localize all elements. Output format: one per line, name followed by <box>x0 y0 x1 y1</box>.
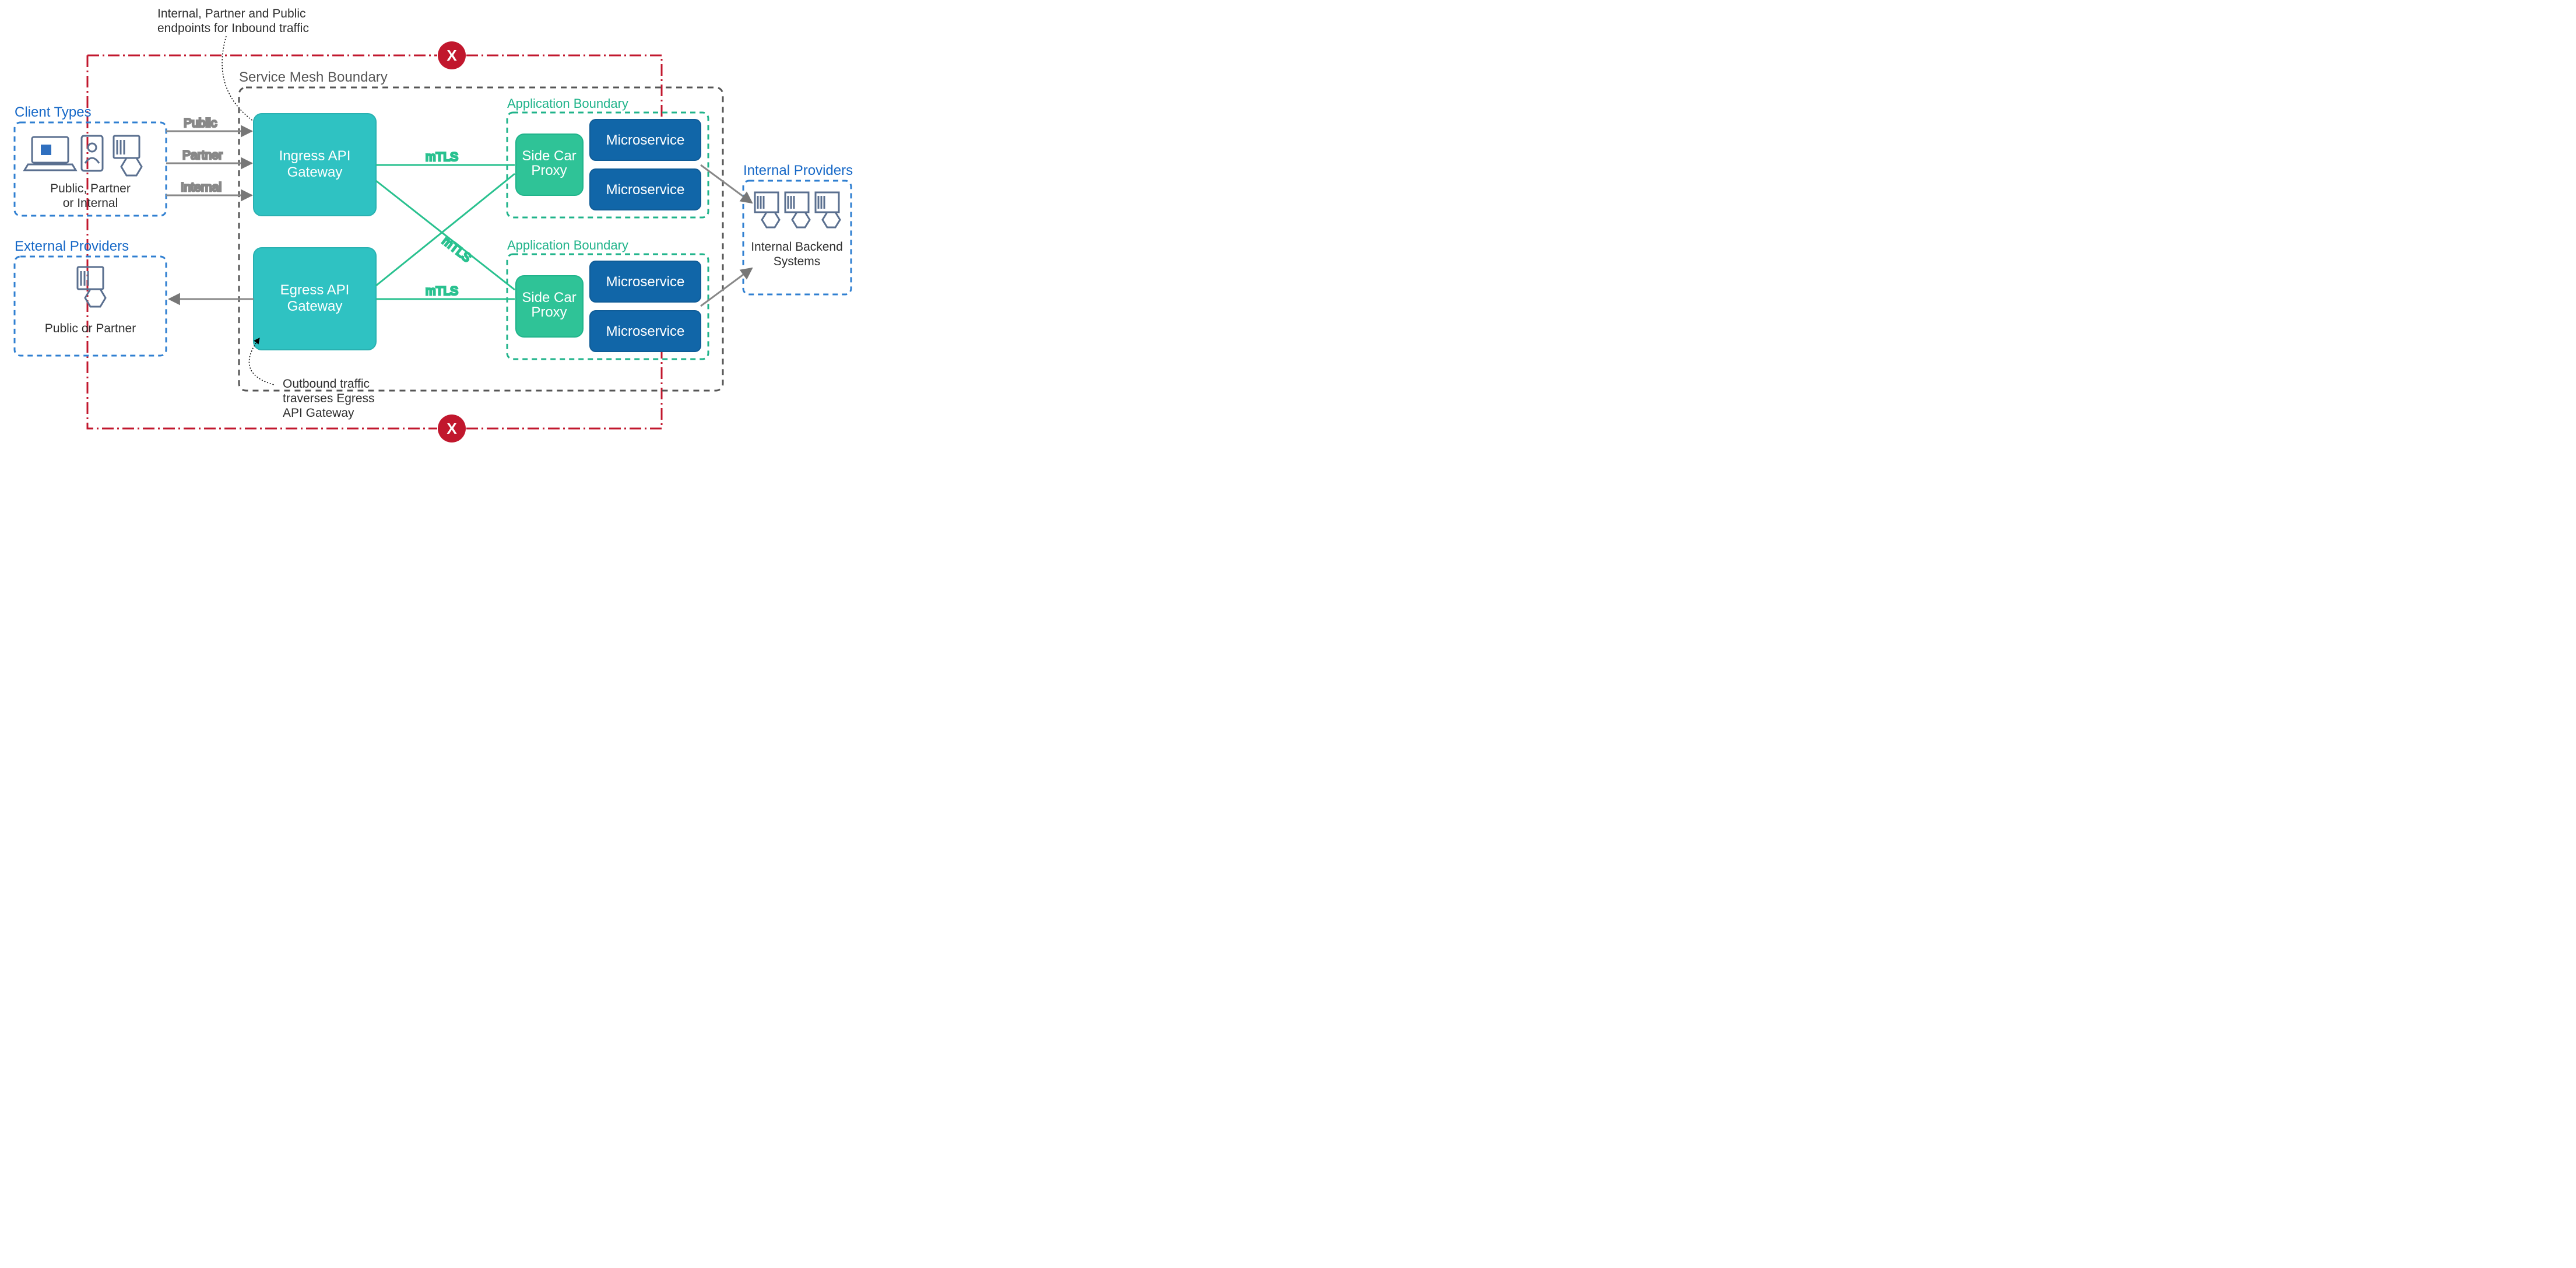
mtls-links: mTLS mTLS mTLS <box>376 150 515 299</box>
svg-text:traverses Egress: traverses Egress <box>283 392 375 405</box>
svg-text:Side Car: Side Car <box>522 148 576 164</box>
svg-text:mTLS: mTLS <box>440 234 473 265</box>
svg-text:Microservice: Microservice <box>606 324 685 339</box>
svg-text:Side Car: Side Car <box>522 290 576 305</box>
svg-text:Gateway: Gateway <box>287 164 343 180</box>
forbidden-mark-top: X <box>447 47 457 64</box>
svg-text:Internal, Partner and Public: Internal, Partner and Public <box>157 7 305 20</box>
svg-text:or Internal: or Internal <box>63 196 118 210</box>
svg-text:Internal Backend: Internal Backend <box>751 240 843 254</box>
application-boundary-2: Application Boundary Side Car Proxy Micr… <box>507 238 708 359</box>
svg-text:Ingress API: Ingress API <box>279 148 351 164</box>
svg-text:Gateway: Gateway <box>287 298 343 314</box>
forbidden-mark-bottom: X <box>447 420 457 437</box>
svg-text:Systems: Systems <box>774 255 821 268</box>
architecture-diagram: X X Internal, Partner and Public endpoin… <box>0 0 859 443</box>
svg-text:Proxy: Proxy <box>531 163 567 178</box>
service-mesh-title: Service Mesh Boundary <box>239 69 388 85</box>
svg-text:Public, Partner: Public, Partner <box>50 182 131 195</box>
internal-providers-title: Internal Providers <box>743 163 853 178</box>
service-mesh-boundary: Service Mesh Boundary Ingress API Gatewa… <box>239 69 723 391</box>
svg-text:Public: Public <box>184 117 217 130</box>
svg-text:Application Boundary: Application Boundary <box>507 96 628 111</box>
client-types-title: Client Types <box>15 104 92 120</box>
svg-text:API Gateway: API Gateway <box>283 406 354 420</box>
svg-text:Outbound traffic: Outbound traffic <box>283 377 370 391</box>
egress-gateway: Egress API Gateway <box>254 248 376 350</box>
svg-text:Application Boundary: Application Boundary <box>507 238 628 252</box>
svg-text:Microservice: Microservice <box>606 132 685 148</box>
svg-text:mTLS: mTLS <box>426 284 458 298</box>
svg-text:endpoints for Inbound traffic: endpoints for Inbound traffic <box>157 22 309 35</box>
ingress-gateway: Ingress API Gateway <box>254 114 376 216</box>
application-boundary-1: Application Boundary Side Car Proxy Micr… <box>507 96 708 217</box>
svg-text:Microservice: Microservice <box>606 274 685 290</box>
svg-text:Internal: Internal <box>181 181 222 194</box>
svg-text:Egress API: Egress API <box>280 282 350 298</box>
client-types-box: Client Types Public, Partner or Internal <box>15 104 166 216</box>
inbound-annotation: Internal, Partner and Public endpoints f… <box>157 7 309 125</box>
svg-text:Partner: Partner <box>182 149 223 162</box>
svg-text:mTLS: mTLS <box>426 150 458 164</box>
external-providers-title: External Providers <box>15 238 129 254</box>
svg-text:Microservice: Microservice <box>606 182 685 198</box>
external-providers-box: External Providers Public or Partner <box>15 238 166 356</box>
svg-text:Public or Partner: Public or Partner <box>45 322 136 335</box>
internal-providers-box: Internal Providers Internal Backend Syst… <box>743 163 853 294</box>
svg-text:Proxy: Proxy <box>531 304 567 320</box>
